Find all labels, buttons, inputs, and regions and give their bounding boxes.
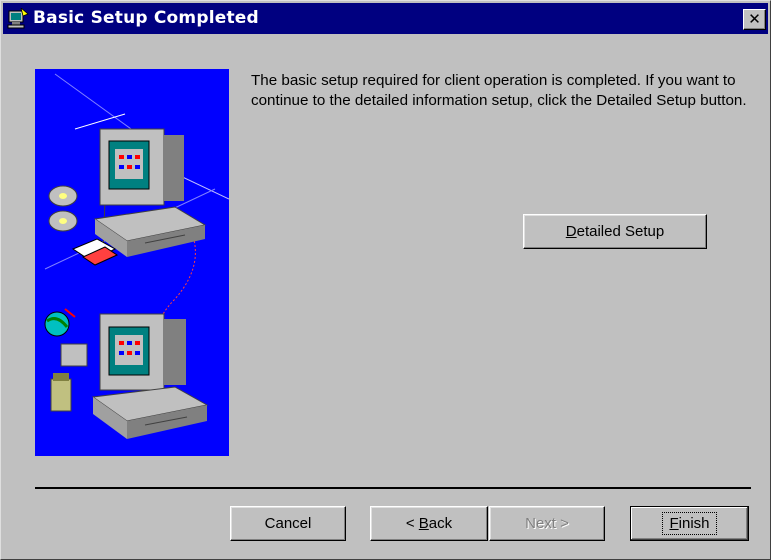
- detailed-setup-button[interactable]: Detailed Setup: [523, 214, 707, 249]
- cancel-label: Cancel: [264, 515, 312, 532]
- back-label: < Back: [405, 515, 453, 532]
- cancel-button[interactable]: Cancel: [230, 506, 346, 541]
- back-button[interactable]: < Back: [370, 506, 488, 541]
- finish-label: Finish: [662, 512, 717, 535]
- next-label: Next >: [525, 515, 569, 532]
- finish-button[interactable]: Finish: [630, 506, 749, 541]
- window-title: Basic Setup Completed: [33, 8, 259, 28]
- networked-computers-illustration: [35, 69, 229, 456]
- button-separator: [35, 487, 751, 489]
- setup-dialog: Basic Setup Completed ✕ The basic setup …: [0, 0, 771, 560]
- setup-computer-icon: [7, 8, 29, 29]
- detailed-setup-label: Detailed Setup: [565, 223, 665, 240]
- next-button[interactable]: Next >: [489, 506, 605, 541]
- title-bar[interactable]: Basic Setup Completed ✕: [3, 3, 768, 34]
- close-icon: ✕: [748, 10, 761, 28]
- close-button[interactable]: ✕: [743, 9, 766, 30]
- completion-message: The basic setup required for client oper…: [251, 72, 747, 109]
